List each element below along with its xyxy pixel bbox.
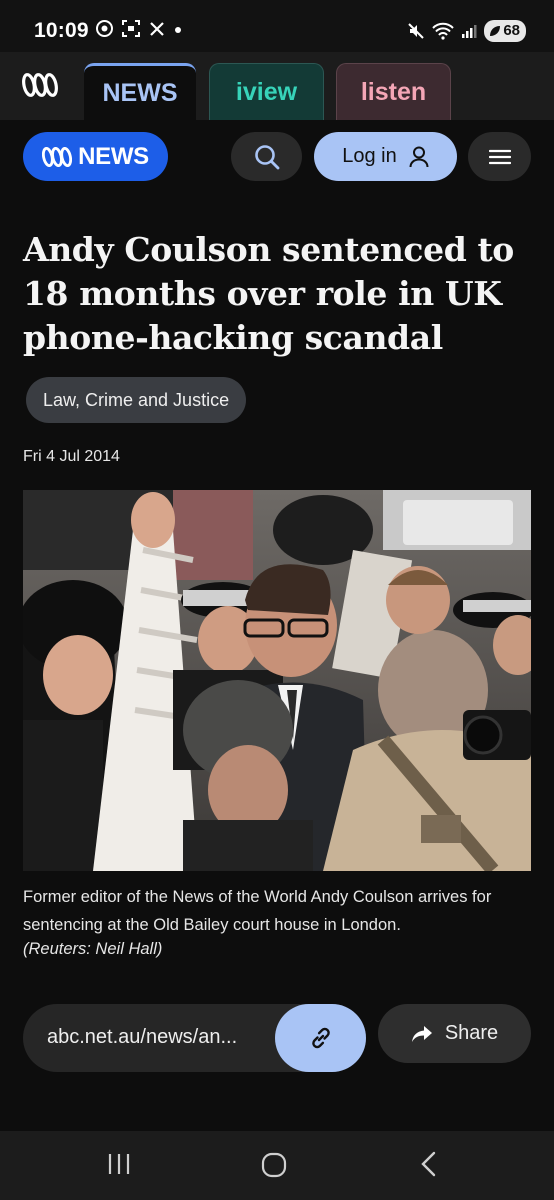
abc-news-logo[interactable]: NEWS (23, 132, 168, 181)
search-button[interactable] (231, 132, 302, 181)
mute-icon (408, 23, 425, 39)
news-logo-text: NEWS (78, 142, 149, 170)
share-url-field[interactable]: abc.net.au/news/an... (23, 1004, 366, 1072)
signal-icon (462, 25, 477, 38)
abc-logo-small-icon (42, 146, 73, 167)
menu-button[interactable] (468, 132, 531, 181)
photo-credit: (Reuters: Neil Hall) (23, 940, 163, 958)
menu-icon (488, 149, 511, 164)
screenshot-icon (122, 20, 140, 37)
publish-date: Fri 4 Jul 2014 (23, 448, 120, 465)
topic-tag[interactable]: Law, Crime and Justice (26, 377, 247, 423)
status-time: 10:09 (34, 19, 89, 42)
article-headline: Andy Coulson sentenced to 18 months over… (23, 230, 514, 357)
share-label: Share (444, 1022, 499, 1044)
search-icon (254, 144, 279, 169)
chrome-icon (96, 20, 113, 37)
notification-icons (96, 20, 182, 37)
share-arrow-icon (411, 1025, 432, 1042)
home-icon[interactable] (260, 1151, 288, 1179)
photo-illustration (23, 490, 531, 871)
login-label: Log in (342, 145, 397, 167)
tab-news[interactable]: NEWS (84, 63, 196, 120)
login-button[interactable]: Log in (314, 132, 457, 181)
battery-indicator: 68 (484, 20, 526, 42)
battery-level: 68 (503, 22, 520, 39)
site-header: NEWS Log in (0, 120, 554, 196)
photo-caption: Former editor of the News of the World A… (23, 888, 492, 934)
back-icon[interactable] (418, 1151, 440, 1177)
status-bar: 10:09 68 (0, 0, 554, 52)
copy-link-button[interactable] (275, 1004, 366, 1072)
link-icon (311, 1027, 330, 1049)
x-icon (150, 21, 164, 36)
recent-apps-icon[interactable] (106, 1151, 132, 1177)
abc-logo[interactable] (22, 72, 58, 98)
system-icons: 68 (407, 20, 526, 42)
tab-iview[interactable]: iview (209, 63, 324, 120)
abc-network-bar: NEWS iview listen (0, 52, 554, 120)
user-icon (409, 146, 429, 167)
wifi-icon (432, 22, 455, 40)
system-nav-bar (0, 1131, 554, 1200)
leaf-icon (490, 26, 501, 36)
share-url-text: abc.net.au/news/an... (47, 1026, 238, 1048)
share-button[interactable]: Share (378, 1004, 531, 1063)
tab-listen[interactable]: listen (336, 63, 451, 120)
article-photo[interactable] (23, 490, 531, 871)
dot-icon (175, 26, 181, 33)
